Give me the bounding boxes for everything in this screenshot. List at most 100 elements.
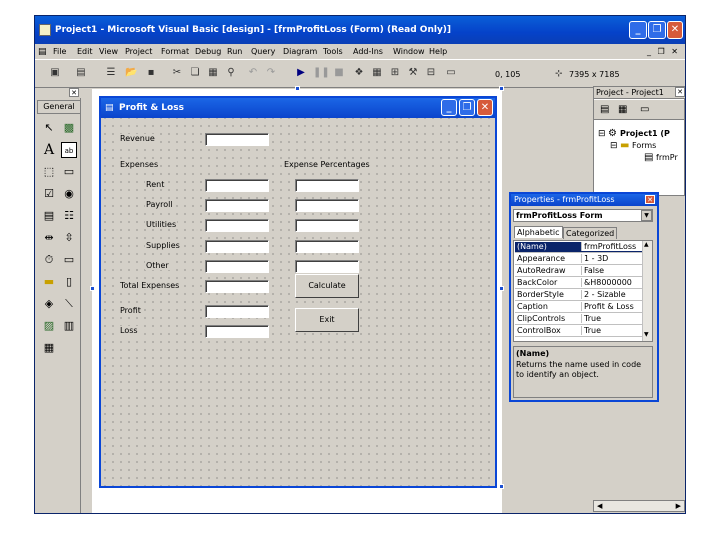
object-dropdown[interactable]: frmProfitLoss Form ▼	[513, 209, 653, 222]
checkbox-tool-icon[interactable]: ☑	[41, 186, 57, 202]
dirlistbox-tool-icon[interactable]: ▬	[41, 274, 57, 290]
hscrollbar-tool-icon[interactable]: ⇹	[41, 230, 57, 246]
property-row[interactable]: ControlBox True	[515, 326, 645, 337]
profit-textbox[interactable]	[205, 305, 269, 318]
end-icon[interactable]: ■	[333, 67, 345, 79]
project-root-node[interactable]: Project1 (P	[620, 129, 670, 138]
shape-tool-icon[interactable]: ◈	[41, 296, 57, 312]
property-row[interactable]: AutoRedraw False	[515, 266, 645, 277]
close-button[interactable]: ✕	[667, 21, 683, 39]
menu-run[interactable]: Run	[227, 47, 242, 56]
resize-handle-left[interactable]	[90, 286, 95, 291]
start-icon[interactable]: ▶	[295, 67, 307, 79]
mdi-window-controls[interactable]: _ ❐ ✕	[647, 47, 680, 56]
property-row[interactable]: BackColor &H8000000	[515, 278, 645, 289]
project-explorer-close-button[interactable]: ✕	[675, 87, 685, 97]
payroll-textbox[interactable]	[205, 199, 269, 212]
add-project-icon[interactable]: ▣	[49, 67, 61, 79]
rent-percent-textbox[interactable]	[295, 179, 359, 192]
vscrollbar-tool-icon[interactable]: ⇳	[61, 230, 77, 246]
exit-button[interactable]: Exit	[295, 308, 359, 332]
supplies-textbox[interactable]	[205, 240, 269, 253]
timer-tool-icon[interactable]: ⏱	[41, 252, 57, 268]
open-icon[interactable]: 📂	[125, 67, 137, 79]
optionbutton-tool-icon[interactable]: ◉	[61, 186, 77, 202]
toolbox-general-tab[interactable]: General	[37, 100, 81, 114]
property-row[interactable]: BorderStyle 2 - Sizable	[515, 290, 645, 301]
menu-editor-icon[interactable]: ☰	[105, 67, 117, 79]
break-icon[interactable]: ❚❚	[313, 67, 330, 79]
rent-textbox[interactable]	[205, 179, 269, 192]
save-icon[interactable]: ▪	[145, 67, 157, 79]
line-tool-icon[interactable]: ⟍	[61, 296, 77, 312]
view-object-icon[interactable]: ▦	[618, 104, 627, 115]
supplies-percent-textbox[interactable]	[295, 240, 359, 253]
property-row[interactable]: ClipControls True	[515, 314, 645, 325]
commandbutton-tool-icon[interactable]: ▭	[61, 164, 77, 180]
chevron-down-icon[interactable]: ▼	[641, 210, 652, 221]
toolbox-close-button[interactable]: ✕	[69, 88, 79, 97]
paste-icon[interactable]: ▦	[207, 67, 219, 79]
menu-project[interactable]: Project	[125, 47, 152, 56]
menu-tools[interactable]: Tools	[323, 47, 343, 56]
loss-textbox[interactable]	[205, 325, 269, 338]
menu-format[interactable]: Format	[161, 47, 189, 56]
menu-debug[interactable]: Debug	[195, 47, 221, 56]
other-percent-textbox[interactable]	[295, 260, 359, 273]
toolbox-icon[interactable]: ⊟	[425, 67, 437, 79]
resize-handle-top[interactable]	[295, 86, 300, 91]
calculate-button[interactable]: Calculate	[295, 274, 359, 298]
payroll-percent-textbox[interactable]	[295, 199, 359, 212]
restore-button[interactable]: ❐	[648, 21, 666, 39]
listbox-tool-icon[interactable]: ☷	[61, 208, 77, 224]
property-row[interactable]: Caption Profit & Loss	[515, 302, 645, 313]
properties-window-icon[interactable]: ▦	[371, 67, 383, 79]
tab-alphabetic[interactable]: Alphabetic	[514, 226, 563, 238]
scroll-down-icon[interactable]: ▼	[644, 331, 649, 338]
menu-diagram[interactable]: Diagram	[283, 47, 317, 56]
undo-icon[interactable]: ↶	[247, 67, 259, 79]
menu-file[interactable]: File	[53, 47, 66, 56]
collapse-forms-icon[interactable]: ⊟	[610, 141, 618, 151]
label-tool-icon[interactable]: A	[41, 142, 57, 158]
tab-categorized[interactable]: Categorized	[563, 227, 618, 239]
project-explorer-icon[interactable]: ❖	[353, 67, 365, 79]
view-code-icon[interactable]: ▤	[600, 104, 609, 115]
filelistbox-tool-icon[interactable]: ▯	[61, 274, 77, 290]
property-row[interactable]: (Name) frmProfitLoss	[515, 242, 645, 253]
pointer-tool-icon[interactable]: ↖	[41, 120, 57, 136]
menu-help[interactable]: Help	[429, 47, 447, 56]
menu-window[interactable]: Window	[393, 47, 425, 56]
menu-query[interactable]: Query	[251, 47, 275, 56]
revenue-textbox[interactable]	[205, 133, 269, 146]
resize-handle-bottom-right[interactable]	[499, 484, 504, 489]
redo-icon[interactable]: ↷	[265, 67, 277, 79]
profit-loss-form[interactable]: ▤ Profit & Loss _ ❐ ✕ Revenue Expenses E…	[99, 96, 497, 488]
object-browser-icon[interactable]: ⚒	[407, 67, 419, 79]
menu-view[interactable]: View	[99, 47, 118, 56]
combobox-tool-icon[interactable]: ▤	[41, 208, 57, 224]
minimize-button[interactable]: _	[629, 21, 647, 39]
utilities-textbox[interactable]	[205, 219, 269, 232]
horizontal-scrollbar[interactable]: ◀ ▶	[593, 500, 685, 512]
cut-icon[interactable]: ✂	[171, 67, 183, 79]
copy-icon[interactable]: ❏	[189, 67, 201, 79]
frame-tool-icon[interactable]: ⬚	[41, 164, 57, 180]
menu-edit[interactable]: Edit	[77, 47, 93, 56]
forms-folder-node[interactable]: Forms	[632, 141, 656, 150]
form-item-node[interactable]: frmPr	[656, 153, 678, 162]
menu-addins[interactable]: Add-Ins	[353, 47, 383, 56]
total-expenses-textbox[interactable]	[205, 280, 269, 293]
image-tool-icon[interactable]: ▨	[41, 318, 57, 334]
utilities-percent-textbox[interactable]	[295, 219, 359, 232]
resize-handle-right[interactable]	[499, 286, 504, 291]
scroll-up-icon[interactable]: ▲	[644, 241, 649, 248]
toggle-folders-icon[interactable]: ▭	[640, 104, 649, 115]
drivelistbox-tool-icon[interactable]: ▭	[61, 252, 77, 268]
data-view-icon[interactable]: ▭	[445, 67, 457, 79]
property-grid-scrollbar[interactable]: ▲ ▼	[642, 241, 652, 341]
other-textbox[interactable]	[205, 260, 269, 273]
picturebox-tool-icon[interactable]: ▩	[61, 120, 77, 136]
properties-close-button[interactable]: ✕	[645, 195, 655, 204]
property-row[interactable]: Appearance 1 - 3D	[515, 254, 645, 265]
